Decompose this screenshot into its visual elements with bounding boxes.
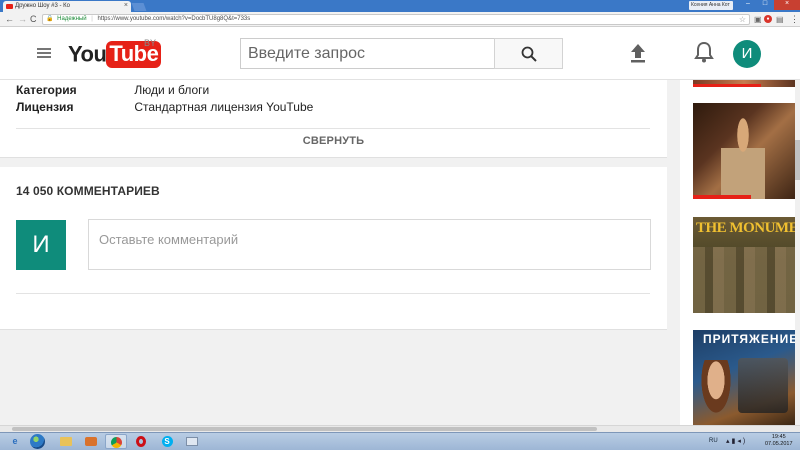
window-close-button[interactable]: × [774,0,800,10]
commenter-avatar: И [16,220,66,270]
browser-menu-icon[interactable]: ⋮ [790,14,799,25]
related-video-thumbnail[interactable] [693,80,795,87]
skype-icon[interactable]: S [156,434,178,449]
secure-label: Надежный [57,16,87,22]
window-app-icon[interactable] [181,434,203,449]
vertical-scrollbar[interactable] [795,80,800,425]
category-row: Категория Люди и блоги [16,83,209,97]
account-avatar[interactable]: И [733,40,761,68]
thumbnail-image [699,360,733,418]
related-video-thumbnail[interactable] [693,103,795,199]
collapse-button[interactable]: СВЕРНУТЬ [0,135,667,147]
media-player-icon[interactable] [80,434,102,449]
youtube-favicon-icon [6,4,13,9]
license-row: Лицензия Стандартная лицензия YouTube [16,100,313,114]
youtube-header: You Tube BY Введите запрос И [0,27,800,80]
thumbnail-title-text: THE MONUMENTS [696,220,795,236]
reload-icon[interactable]: C [30,14,37,24]
horizontal-scrollbar[interactable] [0,425,800,432]
address-bar[interactable]: 🔒 Надежный | https://www.youtube.com/wat… [42,14,750,25]
window-maximize-button[interactable]: □ [757,0,773,10]
tab-close-icon[interactable]: × [124,2,128,9]
license-label: Лицензия [16,100,74,114]
video-meta-card: Категория Люди и блоги Лицензия Стандарт… [0,80,667,158]
related-video-thumbnail[interactable]: ПРИТЯЖЕНИЕ [693,330,795,425]
thumbnail-title-text: ПРИТЯЖЕНИЕ [703,332,795,346]
extension-icon[interactable]: ▣ [754,15,762,24]
category-label: Категория [16,83,77,97]
logo-region: BY [144,38,157,48]
file-explorer-icon[interactable] [55,434,77,449]
extension-icon-2[interactable]: ▤ [776,15,784,24]
category-value[interactable]: Люди и блоги [134,83,209,97]
license-value: Стандартная лицензия YouTube [134,100,314,114]
window-minimize-button[interactable]: – [740,0,756,10]
chrome-icon[interactable] [105,434,127,449]
search-input[interactable]: Введите запрос [240,38,494,69]
search-icon [521,46,537,62]
bookmark-star-icon[interactable]: ☆ [739,15,746,24]
tray-icons[interactable]: ▴▮◂) [726,437,747,445]
divider [16,128,650,129]
thumbnail-image [693,247,795,313]
internet-explorer-icon[interactable]: e [4,434,26,449]
youtube-logo[interactable]: You Tube BY [68,38,162,69]
thumbnail-image [738,358,788,413]
browser-tab-youtube[interactable]: Дружно Шоу #3 - Ко × [3,1,131,12]
comments-section: 14 050 КОММЕНТАРИЕВ И Оставьте комментар… [0,167,667,330]
related-videos-sidebar: THE MONUMENTS ПРИТЯЖЕНИЕ [680,80,795,425]
hamburger-menu-icon[interactable] [37,48,51,58]
extension-badge-icon[interactable]: ● [764,15,772,23]
address-url: https://www.youtube.com/watch?v=DocbTU8g… [97,16,251,22]
windows-taskbar: e S RU ▴▮◂) 19:45 07.05.2017 [0,432,800,450]
thumbnail-image [721,117,765,199]
clock-time: 19:45 [771,434,786,440]
language-indicator[interactable]: RU [709,438,718,444]
upload-icon[interactable] [629,43,647,63]
logo-you-text: You [68,41,107,67]
clock-date: 07.05.2017 [765,441,793,447]
browser-profile-button[interactable]: Ксения Анна Кот [689,1,733,10]
notifications-bell-icon[interactable] [694,41,714,63]
related-video-thumbnail[interactable]: THE MONUMENTS [693,217,795,313]
search-button[interactable] [494,38,563,69]
forward-arrow-icon[interactable]: → [18,14,27,24]
lock-icon: 🔒 [46,16,54,22]
scrollbar-thumb[interactable] [12,427,597,431]
divider [16,293,650,294]
browser-toolbar: ← → C 🔒 Надежный | https://www.youtube.c… [0,12,800,27]
watch-progress-bar [693,195,751,199]
scrollbar-thumb[interactable] [795,140,800,180]
watch-progress-bar [693,84,761,87]
start-button-icon[interactable] [30,434,45,449]
system-clock[interactable]: 19:45 07.05.2017 [765,434,793,448]
comment-input[interactable]: Оставьте комментарий [88,219,651,270]
browser-tab-title: Дружно Шоу #3 - Ко [15,3,71,9]
comments-count-heading: 14 050 КОММЕНТАРИЕВ [16,184,160,198]
opera-icon[interactable] [130,434,152,449]
new-tab-button[interactable] [131,3,147,11]
address-separator: | [91,16,93,22]
back-arrow-icon[interactable]: ← [5,14,14,24]
browser-tab-strip: Дружно Шоу #3 - Ко × Ксения Анна Кот – □… [0,0,800,12]
